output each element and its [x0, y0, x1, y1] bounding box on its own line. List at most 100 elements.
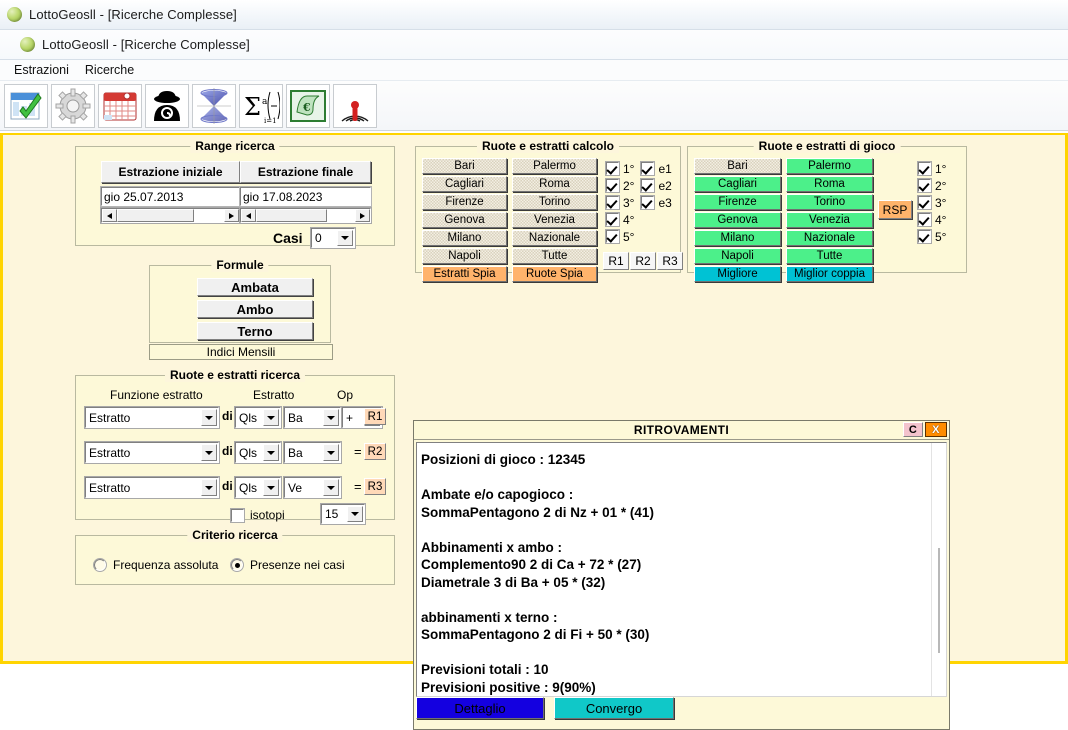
scroll-left-icon-2[interactable] — [241, 209, 256, 222]
ruota-tutte-calcolo[interactable]: Tutte — [512, 248, 597, 264]
ruota-genova-calcolo[interactable]: Genova — [422, 212, 507, 228]
toolbar-formule-button[interactable]: Σ a i=1 — [239, 83, 283, 128]
toolbar-ricerche-button[interactable] — [333, 83, 377, 128]
ruota-tutte-gioco[interactable]: Tutte — [786, 248, 873, 264]
indici-mensili-button[interactable]: Indici Mensili — [149, 344, 333, 360]
ruota-nazionale-calcolo[interactable]: Nazionale — [512, 230, 597, 246]
funzione-estratto-combo-3[interactable]: Estratto — [84, 476, 220, 499]
estrazione-iniziale-value[interactable]: gio 25.07.2013 — [100, 186, 241, 207]
chevron-down-icon[interactable] — [201, 444, 217, 461]
check-pos-2-gioco[interactable] — [917, 178, 932, 193]
ruota-venezia-gioco[interactable]: Venezia — [786, 212, 873, 228]
toolbar-estrazioni-button[interactable] — [98, 83, 142, 128]
convergo-button[interactable]: Convergo — [554, 697, 674, 719]
ruota-genova-gioco[interactable]: Genova — [694, 212, 781, 228]
ruota-venezia-calcolo[interactable]: Venezia — [512, 212, 597, 228]
ruota-torino-gioco[interactable]: Torino — [786, 194, 873, 210]
check-pos-4-calcolo[interactable] — [605, 212, 620, 227]
ruota-roma-gioco[interactable]: Roma — [786, 176, 873, 192]
check-e1-calcolo[interactable] — [640, 161, 656, 176]
check-pos-1-gioco[interactable] — [917, 161, 932, 176]
menu-estrazioni[interactable]: Estrazioni — [6, 61, 77, 79]
funzione-estratto-combo-2[interactable]: Estratto — [84, 441, 220, 464]
check-pos-5-calcolo[interactable] — [605, 229, 620, 244]
ruota-palermo-gioco[interactable]: Palermo — [786, 158, 873, 174]
estrazione-iniziale-scrollbar[interactable] — [100, 207, 241, 224]
ruota-napoli-calcolo[interactable]: Napoli — [422, 248, 507, 264]
miglior-coppia-button[interactable]: Miglior coppia — [786, 266, 873, 282]
ruote-spia-button[interactable]: Ruote Spia — [512, 266, 597, 282]
scroll-left-icon[interactable] — [102, 209, 117, 222]
ruota-roma-calcolo[interactable]: Roma — [512, 176, 597, 192]
ruota-palermo-calcolo[interactable]: Palermo — [512, 158, 597, 174]
num-combo[interactable]: 15 — [320, 503, 366, 525]
radio-presenze-icon[interactable] — [230, 558, 244, 572]
migliore-button[interactable]: Migliore — [694, 266, 781, 282]
toolbar-statistiche-button[interactable] — [192, 83, 236, 128]
clear-button[interactable]: C — [903, 422, 923, 437]
chevron-down-icon[interactable] — [201, 479, 217, 496]
ruota-firenze-calcolo[interactable]: Firenze — [422, 194, 507, 210]
radio-presenze-nei-casi[interactable]: Presenze nei casi — [230, 558, 345, 572]
ruota-bari-calcolo[interactable]: Bari — [422, 158, 507, 174]
check-e2-calcolo[interactable] — [640, 178, 656, 193]
chevron-down-icon[interactable] — [263, 479, 279, 496]
ruota-cagliari-calcolo[interactable]: Cagliari — [422, 176, 507, 192]
chevron-down-icon[interactable] — [347, 506, 363, 522]
ruota-milano-calcolo[interactable]: Milano — [422, 230, 507, 246]
radio-frequenza-assoluta[interactable]: Frequenza assoluta — [93, 558, 218, 572]
ambo-button[interactable]: Ambo — [197, 300, 313, 318]
qls-combo-1[interactable]: Qls — [234, 406, 282, 429]
ambata-button[interactable]: Ambata — [197, 278, 313, 296]
check-pos-5-gioco[interactable] — [917, 229, 932, 244]
chevron-down-icon[interactable] — [263, 444, 279, 461]
ruota-bari-gioco[interactable]: Bari — [694, 158, 781, 174]
ritrovamenti-scrollbar[interactable] — [931, 443, 946, 696]
check-pos-1-calcolo[interactable] — [605, 161, 620, 176]
chevron-down-icon[interactable] — [323, 409, 339, 426]
ruota-nazionale-gioco[interactable]: Nazionale — [786, 230, 873, 246]
qls-combo-3[interactable]: Qls — [234, 476, 282, 499]
ruota-torino-calcolo[interactable]: Torino — [512, 194, 597, 210]
r-tag-3[interactable]: R3 — [364, 478, 386, 495]
check-pos-3-calcolo[interactable] — [605, 195, 620, 210]
dettaglio-button[interactable]: Dettaglio — [416, 697, 544, 719]
funzione-estratto-combo-1[interactable]: Estratto — [84, 406, 220, 429]
scrollbar-thumb[interactable] — [938, 548, 940, 653]
estratti-spia-button[interactable]: Estratti Spia — [422, 266, 507, 282]
r2-tag-calcolo[interactable]: R2 — [630, 252, 656, 270]
terno-button[interactable]: Terno — [197, 322, 313, 340]
r-tag-2[interactable]: R2 — [364, 443, 386, 460]
isotopi-checkbox[interactable] — [230, 507, 245, 523]
check-e3-calcolo[interactable] — [640, 195, 656, 210]
scroll-right-icon-2[interactable] — [355, 209, 370, 222]
check-pos-2-calcolo[interactable] — [605, 178, 620, 193]
qls-combo-2[interactable]: Qls — [234, 441, 282, 464]
chevron-down-icon[interactable] — [323, 444, 339, 461]
r1-tag-calcolo[interactable]: R1 — [603, 252, 629, 270]
toolbar-impostazioni-button[interactable] — [51, 83, 95, 128]
ruota-firenze-gioco[interactable]: Firenze — [694, 194, 781, 210]
r-tag-1[interactable]: R1 — [364, 408, 386, 425]
casi-combo[interactable]: 0 — [310, 227, 356, 249]
ruota-combo-1[interactable]: Ba — [283, 406, 342, 429]
scroll-right-icon[interactable] — [224, 209, 239, 222]
chevron-down-icon[interactable] — [337, 230, 353, 246]
chevron-down-icon[interactable] — [201, 409, 217, 426]
ruota-combo-3[interactable]: Ve — [283, 476, 342, 499]
ruota-napoli-gioco[interactable]: Napoli — [694, 248, 781, 264]
radio-frequenza-icon[interactable] — [93, 558, 107, 572]
isotopi-checkbox-row[interactable]: isotopi — [230, 507, 285, 523]
toolbar-archivio-button[interactable] — [4, 83, 48, 128]
check-pos-3-gioco[interactable] — [917, 195, 932, 210]
estrazione-finale-scrollbar[interactable] — [239, 207, 372, 224]
ruota-cagliari-gioco[interactable]: Cagliari — [694, 176, 781, 192]
close-icon[interactable]: X — [925, 422, 947, 437]
check-pos-4-gioco[interactable] — [917, 212, 932, 227]
r3-tag-calcolo[interactable]: R3 — [657, 252, 683, 270]
ruota-milano-gioco[interactable]: Milano — [694, 230, 781, 246]
chevron-down-icon[interactable] — [323, 479, 339, 496]
chevron-down-icon[interactable] — [263, 409, 279, 426]
ruota-combo-2[interactable]: Ba — [283, 441, 342, 464]
rsp-button[interactable]: RSP — [878, 200, 912, 219]
